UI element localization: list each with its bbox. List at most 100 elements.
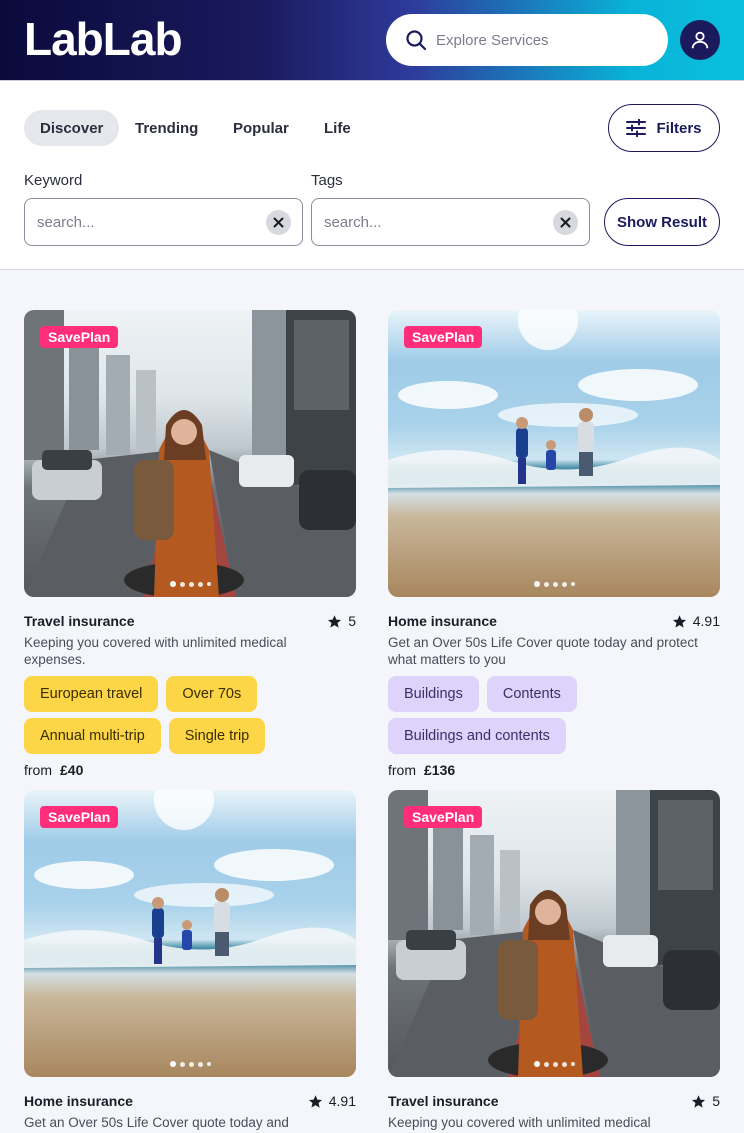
card-title[interactable]: Travel insurance: [24, 613, 135, 629]
card-rating: 5: [691, 1093, 720, 1109]
card-image-beach[interactable]: SavePlan: [388, 310, 720, 597]
tag-chip[interactable]: European travel: [24, 676, 159, 712]
product-card[interactable]: SavePlan Travel insurance 5 Keeping you …: [24, 310, 356, 778]
tags-clear-button[interactable]: [553, 210, 578, 235]
logo[interactable]: LabLab: [24, 12, 183, 66]
carousel-dots[interactable]: [24, 1061, 356, 1067]
keyword-placeholder: search...: [37, 213, 95, 231]
tab-discover[interactable]: Discover: [24, 110, 120, 146]
price-prefix: from: [388, 762, 416, 778]
tab-popular[interactable]: Popular: [217, 110, 305, 146]
user-avatar-button[interactable]: [680, 20, 720, 60]
explore-search-input[interactable]: Explore Services: [386, 14, 668, 66]
tags-input[interactable]: search...: [311, 198, 590, 246]
card-title[interactable]: Home insurance: [24, 1093, 133, 1109]
city-street-photo: [24, 310, 356, 597]
card-title[interactable]: Travel insurance: [388, 1093, 499, 1109]
tab-trending[interactable]: Trending: [119, 110, 214, 146]
saveplan-badge: SavePlan: [404, 326, 483, 348]
star-icon: [672, 614, 686, 628]
rating-value: 5: [712, 1093, 720, 1109]
carousel-dot[interactable]: [552, 581, 558, 587]
card-description: Keeping you covered with unlimited medic…: [24, 635, 287, 667]
star-icon: [692, 1094, 706, 1108]
tab-life[interactable]: Life: [308, 110, 367, 146]
carousel-dots[interactable]: [24, 581, 356, 587]
beach-family-photo: [24, 790, 356, 968]
rating-value: 4.91: [328, 1093, 356, 1109]
star-icon: [308, 1094, 322, 1108]
price-prefix: from: [24, 762, 52, 778]
keyword-input[interactable]: search...: [24, 198, 303, 246]
tag-chip[interactable]: Single trip: [168, 718, 266, 754]
tag-chip[interactable]: Contents: [486, 676, 577, 712]
rating-value: 5: [348, 613, 356, 629]
filters-button[interactable]: Filters: [608, 104, 720, 152]
keyword-clear-button[interactable]: [266, 210, 291, 235]
price-value: £40: [60, 762, 84, 778]
card-title[interactable]: Home insurance: [388, 613, 497, 629]
carousel-dot[interactable]: [570, 1062, 575, 1066]
carousel-dot[interactable]: [169, 581, 176, 587]
saveplan-badge: SavePlan: [404, 806, 483, 828]
keyword-label: Keyword: [24, 172, 83, 189]
search-icon: [406, 30, 427, 51]
tag-chip[interactable]: Over 70s: [166, 676, 258, 712]
card-image-city[interactable]: SavePlan: [24, 310, 356, 597]
tag-chip[interactable]: Buildings and contents: [388, 718, 566, 754]
tag-chip[interactable]: Annual multi-trip: [24, 718, 161, 754]
card-rating: 5: [327, 613, 356, 629]
card-description: Keeping you covered with unlimited medic…: [388, 1115, 651, 1130]
carousel-dots[interactable]: [388, 1061, 720, 1067]
carousel-dot[interactable]: [570, 582, 575, 586]
carousel-dot[interactable]: [188, 1061, 194, 1067]
price-value: £136: [424, 762, 456, 778]
card-image-city[interactable]: SavePlan: [388, 790, 720, 1077]
card-description: Get an Over 50s Life Cover quote today a…: [24, 1115, 289, 1130]
carousel-dot[interactable]: [169, 1061, 176, 1067]
product-card[interactable]: SavePlan Travel insurance 5 Keeping you …: [388, 790, 720, 1131]
carousel-dot[interactable]: [543, 1061, 549, 1067]
carousel-dot[interactable]: [188, 581, 194, 587]
app-header: LabLab Explore Services: [0, 0, 744, 81]
carousel-dot[interactable]: [206, 582, 211, 586]
filter-panel: Discover Trending Popular Life Filters K…: [0, 81, 744, 270]
city-street-photo: [388, 790, 720, 1077]
rating-value: 4.91: [692, 613, 720, 629]
carousel-dot[interactable]: [543, 581, 549, 587]
card-rating: 4.91: [308, 1093, 356, 1109]
carousel-dot[interactable]: [197, 581, 203, 587]
tag-chip[interactable]: Buildings: [388, 676, 479, 712]
card-image-beach[interactable]: SavePlan: [24, 790, 356, 1077]
product-card[interactable]: SavePlan Home insurance 4.91 Get an Over…: [24, 790, 356, 1131]
close-icon: [273, 217, 284, 228]
sliders-icon: [626, 119, 647, 137]
carousel-dot[interactable]: [179, 581, 185, 587]
close-icon: [560, 217, 571, 228]
carousel-dots[interactable]: [388, 581, 720, 587]
tag-list: European travel Over 70s Annual multi-tr…: [24, 676, 356, 754]
carousel-dot[interactable]: [206, 1062, 211, 1066]
tag-list: Buildings Contents Buildings and content…: [388, 676, 720, 754]
card-price: from £40: [24, 762, 356, 778]
search-placeholder: Explore Services: [436, 31, 549, 49]
carousel-dot[interactable]: [561, 1061, 567, 1067]
tags-label: Tags: [311, 172, 343, 189]
product-card[interactable]: SavePlan Home insurance 4.91 Get an Over…: [388, 310, 720, 778]
carousel-dot[interactable]: [561, 581, 567, 587]
carousel-dot[interactable]: [533, 1061, 540, 1067]
carousel-dot[interactable]: [552, 1061, 558, 1067]
filters-label: Filters: [656, 119, 702, 137]
star-icon: [328, 614, 342, 628]
tags-placeholder: search...: [324, 213, 382, 231]
card-rating: 4.91: [672, 613, 720, 629]
saveplan-badge: SavePlan: [40, 326, 119, 348]
show-result-button[interactable]: Show Result: [604, 198, 720, 246]
user-icon: [691, 31, 709, 49]
beach-family-photo: [388, 310, 720, 488]
carousel-dot[interactable]: [179, 1061, 185, 1067]
carousel-dot[interactable]: [533, 581, 540, 587]
card-description: Get an Over 50s Life Cover quote today a…: [388, 635, 698, 667]
carousel-dot[interactable]: [197, 1061, 203, 1067]
card-price: from £136: [388, 762, 720, 778]
